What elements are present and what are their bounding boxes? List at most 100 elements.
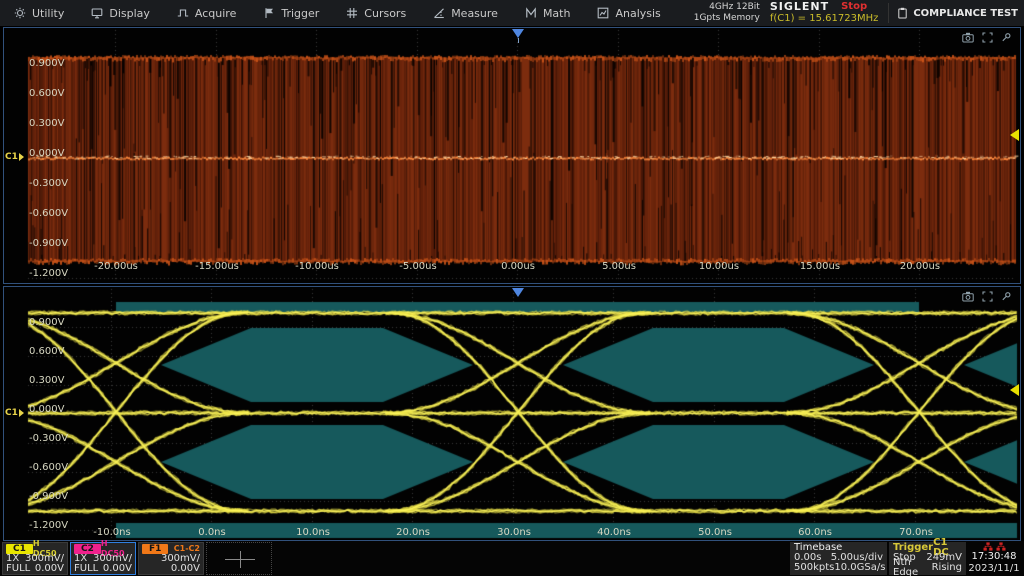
menu-trigger-label: Trigger — [281, 7, 319, 20]
c1-offset: 0.00V — [35, 564, 64, 574]
menu-analysis-label: Analysis — [615, 7, 660, 20]
p1-tlabel: -5.00us — [399, 261, 436, 272]
p2-tlabel: 20.0ns — [396, 527, 430, 538]
clock-time: 17:30:48 — [966, 551, 1022, 563]
timebase-points: 500kpts — [794, 563, 834, 573]
lan-icon — [996, 542, 1006, 551]
add-channel-button[interactable] — [206, 542, 272, 575]
pin-icon[interactable] — [1001, 291, 1012, 302]
plus-icon — [240, 551, 241, 568]
p1-vlabel: -0.900V — [29, 238, 68, 249]
clock-block: 17:30:48 2023/11/1 — [966, 542, 1022, 575]
camera-icon[interactable] — [962, 32, 974, 43]
oscilloscope-screen: Utility Display Acquire Trigger Cursors … — [0, 0, 1024, 576]
p2-tlabel: 60.0ns — [798, 527, 832, 538]
p1-trigger-level-marker[interactable] — [1010, 129, 1019, 141]
pin-icon[interactable] — [1001, 32, 1012, 43]
channel-box-c2[interactable]: C2 H DC50 1X 300mV/ FULL 0.00V — [70, 542, 136, 575]
p1-vlabel: -1.200V — [29, 268, 68, 279]
analysis-icon — [597, 7, 609, 19]
compliance-mode[interactable]: COMPLIANCE TEST — [888, 3, 1018, 23]
menu-acquire-label: Acquire — [195, 7, 236, 20]
c2-bandwidth: FULL — [74, 564, 98, 574]
p1-corner-icons — [962, 32, 1012, 43]
timebase-samplerate: 10.0GSa/s — [834, 563, 885, 573]
p2-vlabel: -0.900V — [29, 491, 68, 502]
p2-channel-marker[interactable]: C1 — [5, 408, 24, 418]
menu-utility-label: Utility — [32, 7, 64, 20]
menu-items: Utility Display Acquire Trigger Cursors … — [0, 7, 688, 20]
frequency-readout: f(C1) = 15.61723MHz — [770, 13, 879, 25]
p2-vlabel: -0.600V — [29, 462, 68, 473]
menu-analysis[interactable]: Analysis — [597, 7, 660, 20]
timebase-box[interactable]: Timebase 0.00s 5.00us/div 500kpts 10.0GS… — [790, 542, 887, 575]
acquire-icon — [177, 7, 189, 19]
cursors-icon — [346, 7, 358, 19]
memory-label: 1Gpts Memory — [694, 13, 760, 24]
camera-icon[interactable] — [962, 291, 974, 302]
compliance-mode-label: COMPLIANCE TEST — [913, 8, 1018, 19]
f1-offset: 0.00V — [171, 564, 200, 574]
c2-offset: 0.00V — [103, 564, 132, 574]
p1-tlabel: -10.00us — [295, 261, 339, 272]
menu-math-label: Math — [543, 7, 571, 20]
p2-tlabel: 40.0ns — [597, 527, 631, 538]
p2-tlabel: 0.0ns — [198, 527, 225, 538]
flag-icon — [263, 7, 275, 19]
menu-measure[interactable]: Measure — [433, 7, 498, 20]
brand-logo: SIGLENT — [770, 1, 829, 13]
menu-display[interactable]: Display — [91, 7, 150, 20]
menu-bar: Utility Display Acquire Trigger Cursors … — [0, 0, 1024, 26]
p1-tlabel: 20.00us — [900, 261, 940, 272]
p2-vlabel: 0.000V — [29, 404, 64, 415]
menu-cursors[interactable]: Cursors — [346, 7, 406, 20]
network-icons[interactable] — [966, 542, 1022, 551]
p2-corner-icons — [962, 291, 1012, 302]
p1-vlabel: 0.600V — [29, 88, 64, 99]
p2-vlabel: 0.900V — [29, 317, 64, 328]
p2-trigger-level-marker[interactable] — [1010, 384, 1019, 396]
main-waveform-canvas[interactable] — [4, 28, 1020, 283]
measure-icon — [433, 7, 445, 19]
clock-date: 2023/11/1 — [966, 563, 1022, 574]
p1-tlabel: -15.00us — [195, 261, 239, 272]
math-icon — [525, 7, 537, 19]
eye-diagram-canvas[interactable] — [4, 287, 1020, 540]
menu-acquire[interactable]: Acquire — [177, 7, 236, 20]
p2-tlabel: 10.0ns — [296, 527, 330, 538]
channel-box-c1[interactable]: C1 H DC50 1X 300mV/ FULL 0.00V — [2, 542, 68, 575]
expand-icon[interactable] — [982, 32, 993, 43]
p2-trigger-position-marker[interactable] — [512, 288, 524, 297]
p1-vlabel: 0.300V — [29, 118, 64, 129]
p1-channel-marker[interactable]: C1 — [5, 152, 24, 162]
bandwidth-label: 4GHz 12Bit — [694, 2, 760, 13]
p1-trigger-position-marker[interactable] — [512, 29, 524, 38]
lan-icon — [983, 542, 993, 551]
menu-trigger[interactable]: Trigger — [263, 7, 319, 20]
channel-arrow-icon — [19, 153, 24, 161]
p1-vlabel: -0.600V — [29, 208, 68, 219]
header-right: 4GHz 12Bit 1Gpts Memory SIGLENT Stop f(C… — [694, 0, 1024, 26]
channel-arrow-icon — [19, 409, 24, 417]
p2-vlabel: 0.600V — [29, 346, 64, 357]
p1-vlabel: 0.000V — [29, 148, 64, 159]
menu-utility[interactable]: Utility — [14, 7, 64, 20]
channel-box-f1[interactable]: F1 C1-C2 300mV/ 0.00V — [138, 542, 204, 575]
p1-tlabel: 10.00us — [699, 261, 739, 272]
expand-icon[interactable] — [982, 291, 993, 302]
c1-bandwidth: FULL — [6, 564, 30, 574]
menu-math[interactable]: Math — [525, 7, 571, 20]
p2-vlabel: -1.200V — [29, 520, 68, 531]
p2-tlabel: 70.0ns — [899, 527, 933, 538]
trigger-slope: Rising — [932, 563, 962, 573]
p2-vlabel: 0.300V — [29, 375, 64, 386]
status-bar: C1 H DC50 1X 300mV/ FULL 0.00V C2 H DC50… — [0, 541, 1024, 576]
menu-cursors-label: Cursors — [364, 7, 406, 20]
waveform-panel-eye: 0.900V 0.600V 0.300V 0.000V -0.300V -0.6… — [3, 286, 1021, 541]
p2-tlabel: 30.0ns — [497, 527, 531, 538]
p1-tlabel: -20.00us — [94, 261, 138, 272]
menu-display-label: Display — [109, 7, 150, 20]
acquisition-status[interactable]: Stop — [841, 1, 867, 13]
gear-icon — [14, 7, 26, 19]
trigger-box[interactable]: Trigger C1 DC Stop 249mV Nth Edge Rising — [889, 542, 966, 575]
